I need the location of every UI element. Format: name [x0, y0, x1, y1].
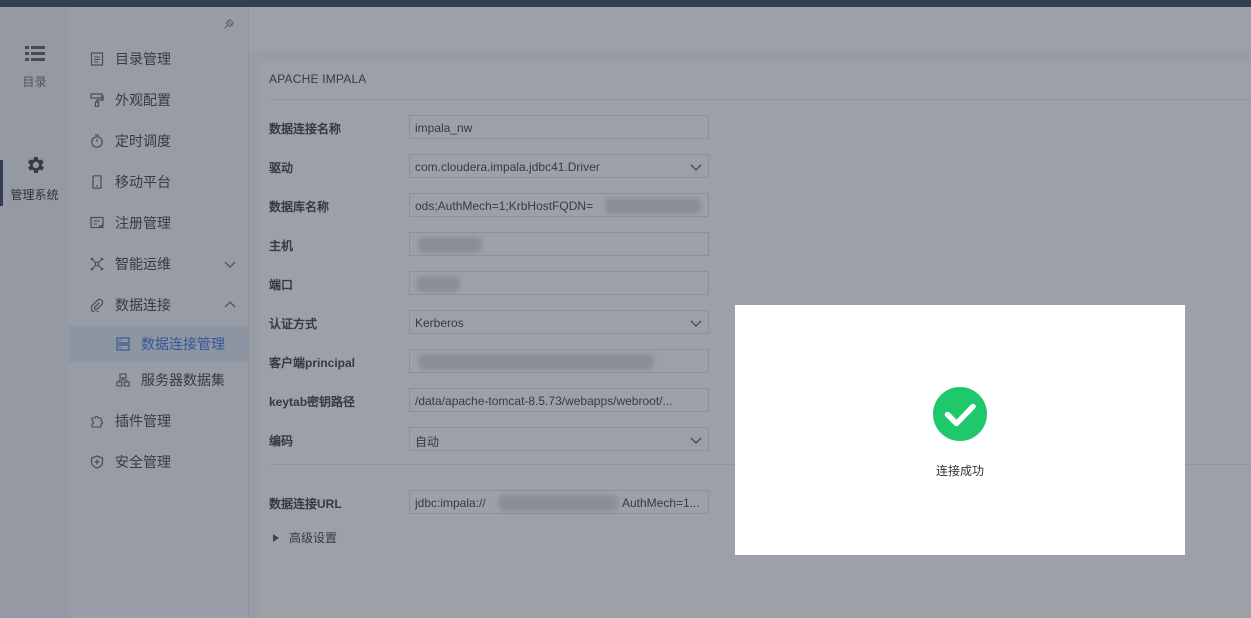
success-message: 连接成功 [935, 464, 984, 478]
success-dialog: 连接成功 [735, 305, 1185, 555]
success-check-icon [933, 387, 987, 441]
